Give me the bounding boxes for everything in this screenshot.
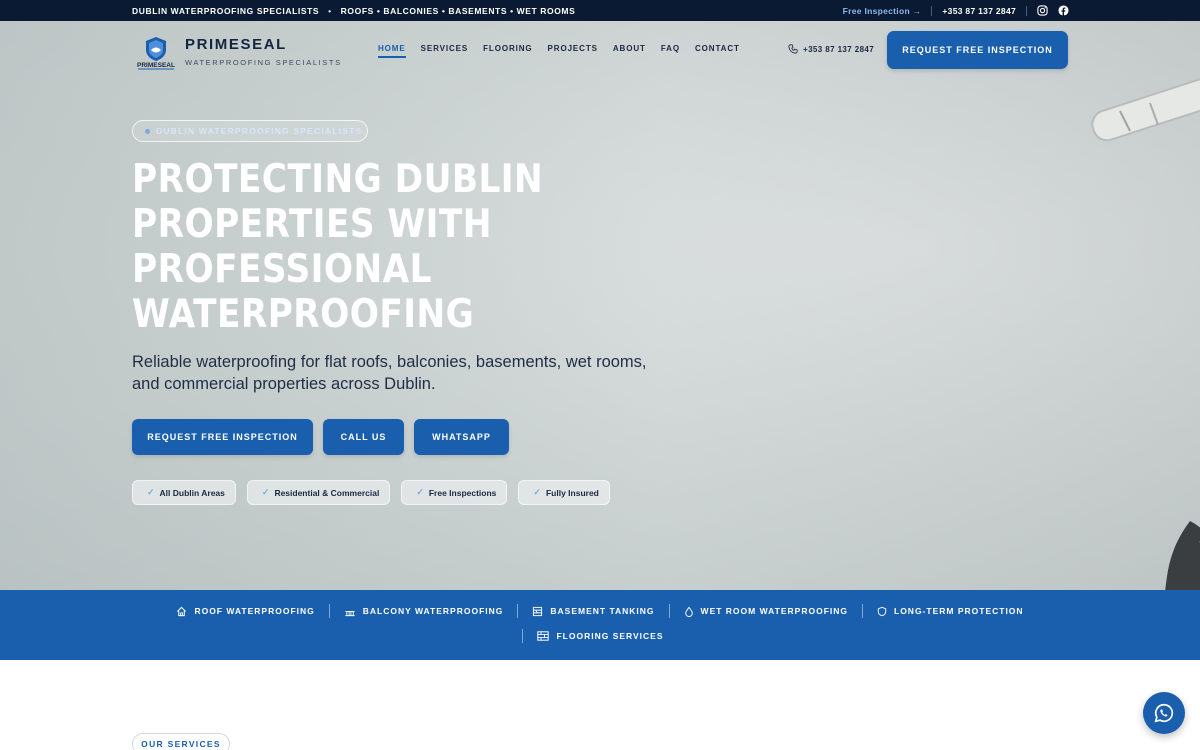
services-band: ROOF WATERPROOFING BALCONY WATERPROOFING… bbox=[0, 590, 1200, 660]
hero-eyebrow-label: DUBLIN WATERPROOFING SPECIALISTS bbox=[156, 126, 363, 136]
phone-icon bbox=[788, 44, 798, 54]
dark-object-image bbox=[1165, 521, 1200, 590]
free-inspection-link[interactable]: Free Inspection → bbox=[843, 6, 922, 16]
service-item-label: WET ROOM WATERPROOFING bbox=[700, 606, 848, 616]
service-item-protection[interactable]: LONG-TERM PROTECTION bbox=[863, 606, 1038, 617]
trust-chip-label: Free Inspections bbox=[428, 487, 497, 498]
brand[interactable]: PRIMESEAL WATERPROOFING SPECIALISTS bbox=[185, 36, 342, 67]
services-band-row: ROOF WATERPROOFING BALCONY WATERPROOFING… bbox=[0, 604, 1200, 618]
call-us-button[interactable]: CALL US bbox=[323, 419, 404, 455]
trust-chip: ✓ Fully Insured bbox=[518, 480, 610, 505]
request-inspection-button[interactable]: REQUEST FREE INSPECTION bbox=[132, 419, 313, 455]
balcony-icon bbox=[345, 610, 355, 616]
top-bar-divider-dot: • bbox=[325, 5, 335, 16]
hero-headline-line: PROTECTING DUBLIN bbox=[132, 157, 544, 202]
trust-chip-label: Fully Insured bbox=[545, 487, 599, 498]
hero-headline-line: WATERPROOFING bbox=[132, 292, 475, 337]
paint-roller-image bbox=[1091, 71, 1200, 141]
grid-icon bbox=[537, 631, 550, 641]
top-bar-separator bbox=[931, 5, 933, 16]
pill-dot-icon bbox=[145, 128, 150, 134]
whatsapp-float-button[interactable] bbox=[1143, 692, 1185, 734]
top-bar-services: ROOFS • BALCONIES • BASEMENTS • WET ROOM… bbox=[340, 5, 576, 16]
service-item-balcony[interactable]: BALCONY WATERPROOFING bbox=[330, 606, 518, 617]
trust-chip: ✓ All Dublin Areas bbox=[132, 480, 236, 505]
service-item-wet-room[interactable]: WET ROOM WATERPROOFING bbox=[670, 606, 862, 617]
hero-headline: PROTECTING DUBLIN PROPERTIES WITH PROFES… bbox=[132, 157, 652, 337]
main-nav: HOME SERVICES FLOORING PROJECTS ABOUT FA… bbox=[378, 44, 740, 58]
hero-headline-line: PROFESSIONAL bbox=[132, 247, 432, 292]
service-item-label: BASEMENT TANKING bbox=[550, 606, 655, 616]
header-request-inspection-button[interactable]: REQUEST FREE INSPECTION bbox=[887, 31, 1068, 69]
top-bar-right: Free Inspection → +353 87 137 2847 bbox=[843, 0, 1069, 21]
service-item-label: ROOF WATERPROOFING bbox=[194, 606, 315, 616]
whatsapp-button[interactable]: WHATSAPP bbox=[414, 419, 509, 455]
layers-icon bbox=[533, 606, 543, 616]
whatsapp-icon bbox=[1154, 703, 1174, 723]
check-icon: ✓ bbox=[261, 487, 270, 497]
service-item-roof[interactable]: ROOF WATERPROOFING bbox=[162, 606, 328, 617]
nav-item-projects[interactable]: PROJECTS bbox=[548, 44, 598, 58]
service-item-label: LONG-TERM PROTECTION bbox=[894, 606, 1024, 616]
facebook-icon[interactable] bbox=[1058, 5, 1069, 16]
top-bar-left: DUBLIN WATERPROOFING SPECIALISTS • ROOFS… bbox=[132, 0, 575, 21]
top-bar-tagline: DUBLIN WATERPROOFING SPECIALISTS bbox=[132, 5, 320, 16]
header-phone-link[interactable]: +353 87 137 2847 bbox=[788, 44, 874, 54]
top-bar-phone[interactable]: +353 87 137 2847 bbox=[942, 6, 1016, 16]
logo-text: PRIMESEAL bbox=[137, 62, 175, 69]
nav-item-about[interactable]: ABOUT bbox=[613, 44, 646, 58]
primeseal-logo[interactable]: PRIMESEAL bbox=[137, 35, 175, 71]
trust-chip-label: Residential & Commercial bbox=[274, 487, 380, 498]
site-header: PRIMESEAL PRIMESEAL WATERPROOFING SPECIA… bbox=[0, 21, 1200, 79]
our-services-eyebrow: OUR SERVICES bbox=[132, 733, 230, 750]
trust-chip: ✓ Residential & Commercial bbox=[246, 480, 391, 505]
header-phone-number: +353 87 137 2847 bbox=[803, 44, 875, 54]
nav-item-faq[interactable]: FAQ bbox=[661, 44, 680, 58]
check-icon: ✓ bbox=[416, 487, 424, 497]
check-icon: ✓ bbox=[147, 487, 155, 497]
droplet-icon bbox=[684, 606, 693, 617]
trust-chip: ✓ Free Inspections bbox=[401, 480, 508, 505]
nav-item-contact[interactable]: CONTACT bbox=[695, 44, 740, 58]
brand-name: PRIMESEAL bbox=[185, 36, 287, 53]
trust-chip-label: All Dublin Areas bbox=[159, 487, 225, 498]
service-item-basement[interactable]: BASEMENT TANKING bbox=[518, 606, 668, 617]
service-item-label: BALCONY WATERPROOFING bbox=[362, 606, 504, 616]
hero-trust-chips: ✓ All Dublin Areas ✓ Residential & Commerc… bbox=[132, 480, 610, 505]
top-bar-separator bbox=[1026, 5, 1027, 16]
hero-buttons: REQUEST FREE INSPECTION CALL US WHATSAPP bbox=[132, 419, 509, 455]
nav-item-services[interactable]: SERVICES bbox=[421, 44, 469, 58]
shield-icon bbox=[877, 606, 887, 616]
instagram-icon[interactable] bbox=[1037, 5, 1048, 16]
hero-subheadline: Reliable waterproofing for flat roofs, b… bbox=[132, 353, 647, 393]
check-icon: ✓ bbox=[533, 487, 541, 497]
brand-tagline: WATERPROOFING SPECIALISTS bbox=[185, 58, 342, 67]
nav-item-flooring[interactable]: FLOORING bbox=[483, 44, 532, 58]
house-icon bbox=[177, 606, 187, 616]
nav-item-home[interactable]: HOME bbox=[378, 44, 406, 58]
top-bar: DUBLIN WATERPROOFING SPECIALISTS • ROOFS… bbox=[0, 0, 1200, 21]
hero-eyebrow-pill: DUBLIN WATERPROOFING SPECIALISTS bbox=[132, 120, 368, 142]
service-item-flooring[interactable]: FLOORING SERVICES bbox=[523, 631, 677, 641]
hero-headline-line: PROPERTIES WITH bbox=[132, 202, 492, 247]
service-item-label: FLOORING SERVICES bbox=[556, 631, 664, 641]
services-band-row: FLOORING SERVICES bbox=[0, 629, 1200, 643]
